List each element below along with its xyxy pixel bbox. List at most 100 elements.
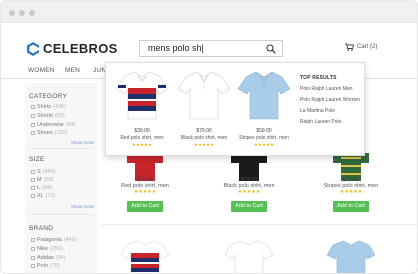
facet-option[interactable]: Polo (70): [31, 263, 60, 269]
rating-stars: ★★★★★: [339, 189, 363, 195]
facet-count: (116): [54, 130, 68, 136]
checkbox[interactable]: [31, 186, 35, 190]
facet-label: Adidas: [37, 255, 54, 261]
facet-count: (70): [45, 193, 56, 199]
facet-divider: [29, 148, 93, 149]
facet-label: S: [37, 169, 41, 175]
top-result-link[interactable]: Polo Ralph Lauren Women: [300, 97, 364, 103]
top-results-list: TOP RESULTS Polo Ralph Lauren Men Polo R…: [300, 75, 364, 125]
facet-count: (94): [42, 185, 52, 191]
add-to-cart-button[interactable]: Add to Cart: [231, 201, 267, 212]
checkbox[interactable]: [31, 123, 35, 127]
show-more-link[interactable]: Show more: [71, 140, 94, 145]
rating-stars: ★★★★★: [237, 189, 261, 195]
product-price: $39.00: [134, 128, 150, 134]
product-image[interactable]: [234, 69, 294, 121]
brand-name: CELEBROS: [43, 41, 118, 56]
cart-link[interactable]: Cart (2): [345, 43, 377, 51]
rating-stars: ★★★★★: [193, 142, 215, 147]
window-control-dot[interactable]: [9, 10, 15, 16]
suggested-product[interactable]: $79.00 Black polo shirt, men ★★★★★: [174, 69, 234, 148]
top-result-link[interactable]: Ralph Lauren Polo: [300, 119, 364, 125]
cart-icon: [345, 43, 354, 51]
cart-count: (2): [370, 44, 378, 50]
checkbox[interactable]: [31, 178, 35, 182]
facet-label: Polo: [37, 263, 49, 269]
checkbox[interactable]: [31, 194, 35, 198]
rating-stars: ★★★★★: [253, 142, 275, 147]
facet-option[interactable]: L (94): [31, 185, 52, 191]
facet-label: Shirts: [37, 104, 52, 110]
polo-shirt-image: [224, 240, 274, 273]
facet-count: (445): [53, 104, 66, 110]
facet-option[interactable]: Nike (250): [31, 246, 63, 252]
facet-count: (84): [65, 122, 76, 128]
facet-count: (440): [42, 169, 56, 175]
suggested-product[interactable]: $59.00 Stripes polo shirt, men ★★★★★: [234, 69, 294, 148]
facet-label: Underwear: [37, 122, 64, 128]
checkbox[interactable]: [31, 114, 35, 118]
product-image[interactable]: [112, 69, 172, 121]
product-card[interactable]: [315, 239, 387, 273]
filter-sidebar: CATEGORY Shirts (445) Shorts (59) Underwea…: [25, 83, 97, 273]
checkbox[interactable]: [31, 247, 35, 251]
facet-count: (58): [43, 177, 54, 183]
product-image[interactable]: [174, 69, 234, 121]
facet-option[interactable]: S (440): [31, 169, 56, 175]
search-box[interactable]: [139, 40, 283, 57]
facet-label: Nike: [37, 246, 49, 252]
polo-shirt-image: [177, 71, 231, 120]
nav-item-men[interactable]: MEN: [65, 67, 80, 74]
facet-count: (250): [50, 246, 63, 252]
celebros-logo-icon: [27, 41, 39, 56]
facet-label: Shorts: [37, 113, 53, 119]
checkbox[interactable]: [31, 131, 35, 135]
facet-title-brand: BRAND: [29, 225, 54, 232]
cart-label: Cart: [357, 44, 369, 50]
checkbox[interactable]: [31, 170, 35, 174]
product-card[interactable]: [109, 239, 181, 273]
show-more-link[interactable]: Show more: [71, 204, 94, 209]
checkbox[interactable]: [31, 256, 35, 260]
product-name[interactable]: Red polo shirt, men: [112, 135, 172, 141]
checkbox[interactable]: [31, 264, 35, 268]
rating-stars: ★★★★★: [133, 189, 157, 195]
facet-option[interactable]: Shoes (116): [31, 130, 67, 136]
checkbox[interactable]: [31, 238, 35, 242]
add-to-cart-button[interactable]: Add to Cart: [333, 201, 369, 212]
facet-divider: [29, 214, 93, 215]
search-icon[interactable]: [266, 44, 276, 54]
search-autocomplete-dropdown: $39.00 Red polo shirt, men ★★★★★ $79.00 …: [105, 62, 365, 156]
polo-shirt-image: [326, 240, 376, 273]
add-to-cart-button[interactable]: Add to Cart: [127, 201, 163, 212]
product-name[interactable]: Stripes polo shirt, men: [234, 135, 294, 141]
product-card[interactable]: [213, 239, 285, 273]
facet-option[interactable]: M (58): [31, 177, 53, 183]
product-price: $79.00: [196, 128, 212, 134]
facet-option[interactable]: Patagonia (440): [31, 237, 77, 243]
grid-row-divider: [101, 224, 417, 225]
facet-title-category: CATEGORY: [29, 93, 68, 100]
product-price: $59.00: [256, 128, 272, 134]
nav-item-women[interactable]: WOMEN: [28, 67, 55, 74]
facet-option[interactable]: Adidas (94): [31, 255, 66, 261]
facet-option[interactable]: Underwear (84): [31, 122, 76, 128]
brand-logo[interactable]: CELEBROS: [27, 41, 118, 56]
top-result-link[interactable]: La Martina Polo: [300, 108, 364, 114]
facet-count: (59): [54, 113, 65, 119]
checkbox[interactable]: [31, 105, 35, 109]
top-result-link[interactable]: Polo Ralph Lauren Men: [300, 86, 364, 92]
window-control-dot[interactable]: [29, 10, 35, 16]
window-control-dot[interactable]: [19, 10, 25, 16]
facet-option[interactable]: Shirts (445): [31, 104, 66, 110]
facet-option[interactable]: Shorts (59): [31, 113, 65, 119]
polo-shirt-image: [120, 240, 170, 273]
facet-option[interactable]: XL (70): [31, 193, 56, 199]
facet-label: M: [37, 177, 42, 183]
suggested-product[interactable]: $39.00 Red polo shirt, men ★★★★★: [112, 69, 172, 148]
facet-title-size: SIZE: [29, 156, 45, 163]
polo-shirt-image: [237, 71, 291, 120]
facet-count: (94): [55, 255, 66, 261]
product-name[interactable]: Black polo shirt, men: [174, 135, 234, 141]
search-input[interactable]: [148, 43, 260, 53]
